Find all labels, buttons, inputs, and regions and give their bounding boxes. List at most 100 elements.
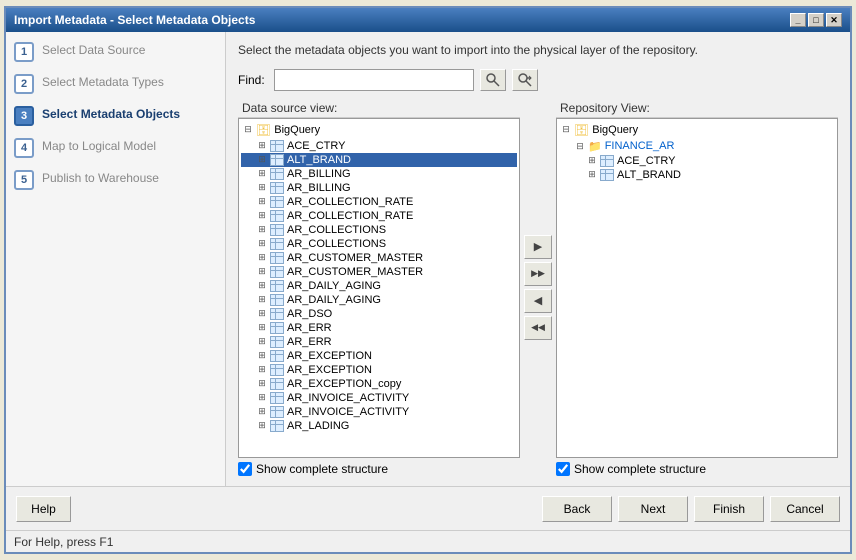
expand-node-icon[interactable]: ⊞ xyxy=(257,308,267,319)
expand-node-icon[interactable]: ⊞ xyxy=(257,392,267,403)
repo-root-label: BigQuery xyxy=(592,124,638,136)
table-icon xyxy=(270,140,284,152)
find-input[interactable] xyxy=(274,69,474,91)
expand-alt-icon[interactable]: ⊞ xyxy=(587,169,597,180)
remove-all-button[interactable]: ◀◀ xyxy=(524,316,552,340)
show-structure-left-checkbox[interactable] xyxy=(238,462,252,476)
expand-node-icon[interactable]: ⊞ xyxy=(257,294,267,305)
expand-node-icon[interactable]: ⊞ xyxy=(257,378,267,389)
list-item[interactable]: ⊞ AR_DSO xyxy=(241,307,517,321)
bigquery-folder-icon: 🗄 xyxy=(256,123,271,137)
list-item[interactable]: ⊞ AR_ERR xyxy=(241,335,517,349)
find-button[interactable] xyxy=(480,69,506,91)
expand-node-icon[interactable]: ⊞ xyxy=(257,350,267,361)
next-button[interactable]: Next xyxy=(618,496,688,522)
alt-brand-repo-label: ALT_BRAND xyxy=(617,169,681,181)
steps-panel: 1 Select Data Source 2 Select Metadata T… xyxy=(6,32,226,486)
find-next-icon xyxy=(518,73,532,87)
list-item[interactable]: ⊞ AR_COLLECTION_RATE xyxy=(241,209,517,223)
node-label: AR_DAILY_AGING xyxy=(287,294,381,306)
expand-node-icon[interactable]: ⊞ xyxy=(257,238,267,249)
expand-node-icon[interactable]: ⊞ xyxy=(257,322,267,333)
datasource-tree-scroll[interactable]: ⊟ 🗄 BigQuery ⊞ ACE_CTRY ⊞ xyxy=(239,119,519,457)
repo-node-alt-brand[interactable]: ⊞ ALT_BRAND xyxy=(559,168,835,182)
list-item[interactable]: ⊞ AR_BILLING xyxy=(241,167,517,181)
content-area: 1 Select Data Source 2 Select Metadata T… xyxy=(6,32,850,486)
maximize-button[interactable]: □ xyxy=(808,13,824,27)
list-item[interactable]: ⊞ AR_COLLECTION_RATE xyxy=(241,195,517,209)
datasource-tree: ⊟ 🗄 BigQuery ⊞ ACE_CTRY ⊞ xyxy=(238,118,520,458)
finish-button[interactable]: Finish xyxy=(694,496,764,522)
expand-node-icon[interactable]: ⊞ xyxy=(257,336,267,347)
expand-node-icon[interactable]: ⊞ xyxy=(257,196,267,207)
title-bar: Import Metadata - Select Metadata Object… xyxy=(6,8,850,32)
tree-node-alt-brand[interactable]: ⊞ ALT_BRAND xyxy=(241,153,517,167)
expand-ace-icon[interactable]: ⊞ xyxy=(587,155,597,166)
repo-root-bigquery[interactable]: ⊟ 🗄 BigQuery xyxy=(559,121,835,139)
tree-root-bigquery[interactable]: ⊟ 🗄 BigQuery xyxy=(241,121,517,139)
step-1-number: 1 xyxy=(14,42,34,62)
node-label: AR_EXCEPTION xyxy=(287,364,372,376)
expand-node-icon[interactable]: ⊞ xyxy=(257,420,267,431)
list-item[interactable]: ⊞ AR_CUSTOMER_MASTER xyxy=(241,251,517,265)
step-2-number: 2 xyxy=(14,74,34,94)
step-3: 3 Select Metadata Objects xyxy=(14,106,217,126)
list-item[interactable]: ⊞ AR_EXCEPTION_copy xyxy=(241,377,517,391)
list-item[interactable]: ⊞ AR_COLLECTIONS xyxy=(241,223,517,237)
find-next-button[interactable] xyxy=(512,69,538,91)
remove-one-button[interactable]: ◀ xyxy=(524,289,552,313)
table-icon xyxy=(270,238,284,250)
step-2-label: Select Metadata Types xyxy=(42,74,164,91)
table-icon xyxy=(270,154,284,166)
expand-node-icon[interactable]: ⊞ xyxy=(257,182,267,193)
table-icon xyxy=(270,182,284,194)
add-all-icon: ▶▶ xyxy=(531,268,545,279)
list-item[interactable]: ⊞ AR_DAILY_AGING xyxy=(241,293,517,307)
repo-node-finance-ar[interactable]: ⊟ 📁 FINANCE_AR xyxy=(559,139,835,154)
expand-node-icon[interactable]: ⊞ xyxy=(257,154,267,165)
table-icon xyxy=(270,420,284,432)
list-item[interactable]: ⊞ AR_INVOICE_ACTIVITY xyxy=(241,405,517,419)
tree-node-ace-ctry[interactable]: ⊞ ACE_CTRY xyxy=(241,139,517,153)
expand-node-icon[interactable]: ⊞ xyxy=(257,224,267,235)
repository-panel: Repository View: ⊟ 🗄 BigQuery ⊟ xyxy=(556,99,838,476)
expand-node-icon[interactable]: ⊞ xyxy=(257,364,267,375)
help-button[interactable]: Help xyxy=(16,496,71,522)
back-button[interactable]: Back xyxy=(542,496,612,522)
add-all-button[interactable]: ▶▶ xyxy=(524,262,552,286)
expand-node-icon[interactable]: ⊞ xyxy=(257,266,267,277)
list-item[interactable]: ⊞ AR_BILLING xyxy=(241,181,517,195)
expand-finance-icon[interactable]: ⊟ xyxy=(575,141,585,152)
step-4-number: 4 xyxy=(14,138,34,158)
table-icon xyxy=(270,224,284,236)
expand-node-icon[interactable]: ⊞ xyxy=(257,210,267,221)
expand-node-icon[interactable]: ⊞ xyxy=(257,168,267,179)
list-item[interactable]: ⊞ AR_LADING xyxy=(241,419,517,433)
expand-node-icon[interactable]: ⊞ xyxy=(257,252,267,263)
datasource-panel: Data source view: ⊟ 🗄 BigQuery ⊞ xyxy=(238,99,520,476)
list-item[interactable]: ⊞ AR_CUSTOMER_MASTER xyxy=(241,265,517,279)
expand-node-icon[interactable]: ⊞ xyxy=(257,280,267,291)
step-4: 4 Map to Logical Model xyxy=(14,138,217,158)
show-structure-right-checkbox[interactable] xyxy=(556,462,570,476)
close-button[interactable]: ✕ xyxy=(826,13,842,27)
list-item[interactable]: ⊞ AR_EXCEPTION xyxy=(241,363,517,377)
list-item[interactable]: ⊞ AR_COLLECTIONS xyxy=(241,237,517,251)
repository-tree-scroll[interactable]: ⊟ 🗄 BigQuery ⊟ 📁 FINANCE_AR xyxy=(557,119,837,457)
expand-node-icon[interactable]: ⊞ xyxy=(257,406,267,417)
repo-node-ace-ctry[interactable]: ⊞ ACE_CTRY xyxy=(559,154,835,168)
expand-icon[interactable]: ⊟ xyxy=(561,124,571,135)
cancel-button[interactable]: Cancel xyxy=(770,496,840,522)
table-icon xyxy=(270,210,284,222)
minimize-button[interactable]: _ xyxy=(790,13,806,27)
list-item[interactable]: ⊞ AR_ERR xyxy=(241,321,517,335)
list-item[interactable]: ⊞ AR_INVOICE_ACTIVITY xyxy=(241,391,517,405)
node-label: AR_INVOICE_ACTIVITY xyxy=(287,392,409,404)
list-item[interactable]: ⊞ AR_EXCEPTION xyxy=(241,349,517,363)
table-icon-repo xyxy=(600,155,614,167)
expand-icon[interactable]: ⊟ xyxy=(243,124,253,135)
table-icon xyxy=(270,308,284,320)
expand-node-icon[interactable]: ⊞ xyxy=(257,140,267,151)
list-item[interactable]: ⊞ AR_DAILY_AGING xyxy=(241,279,517,293)
add-one-button[interactable]: ▶ xyxy=(524,235,552,259)
